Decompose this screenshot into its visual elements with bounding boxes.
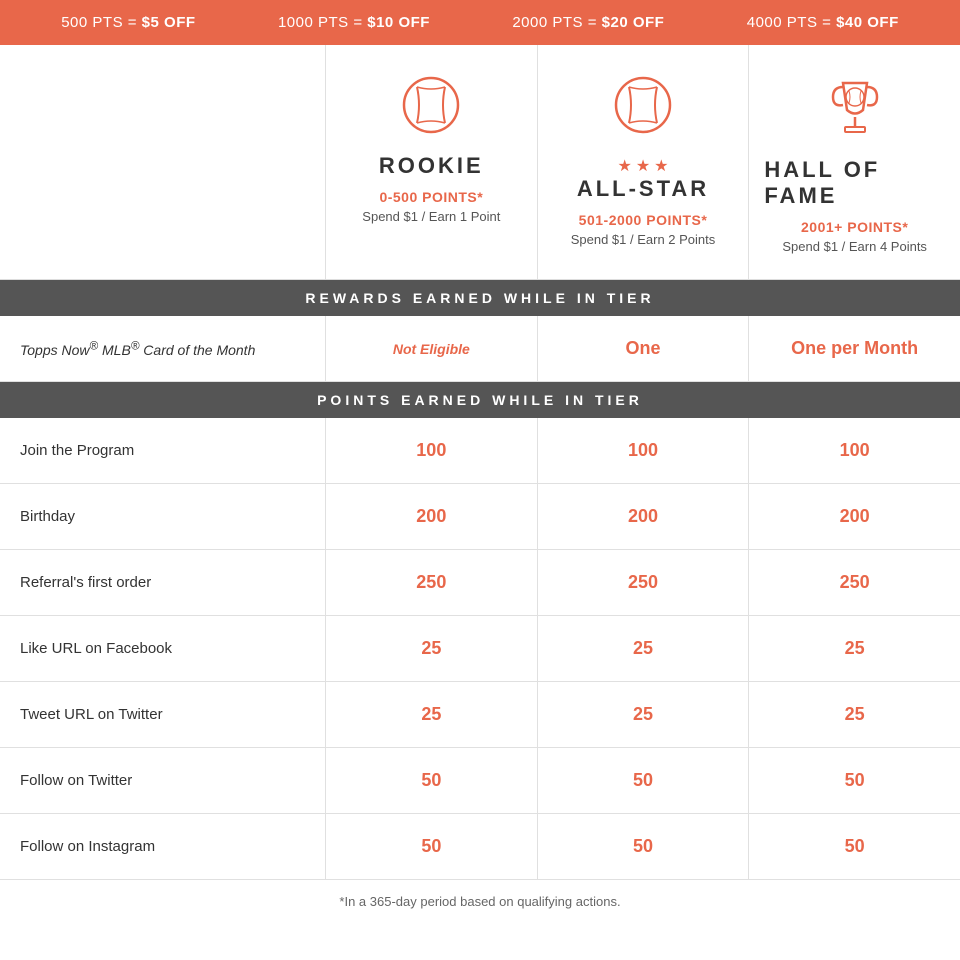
points-row-0: Join the Program100100100 bbox=[0, 418, 960, 484]
tier-allstar-name: ALL-STAR bbox=[577, 176, 709, 202]
rewards-row-label: Topps Now® MLB® Card of the Month bbox=[0, 316, 325, 381]
points-row-5-value-0: 50 bbox=[325, 748, 537, 813]
tier-rookie-points: 0-500 POINTS* bbox=[379, 189, 483, 205]
points-row-label-1: Birthday bbox=[0, 484, 325, 549]
points-row-3-value-2: 25 bbox=[748, 616, 960, 681]
tier-halloffame-points: 2001+ POINTS* bbox=[801, 219, 908, 235]
tier-allstar-points: 501-2000 POINTS* bbox=[579, 212, 708, 228]
points-row-3: Like URL on Facebook252525 bbox=[0, 616, 960, 682]
points-row-label-0: Join the Program bbox=[0, 418, 325, 483]
points-row-6-value-0: 50 bbox=[325, 814, 537, 879]
points-row-3-value-1: 25 bbox=[537, 616, 749, 681]
allstar-icon-group: ★ ★ ★ bbox=[613, 75, 673, 176]
points-row-6-value-2: 50 bbox=[748, 814, 960, 879]
tier-halloffame: HALL OF FAME 2001+ POINTS* Spend $1 / Ea… bbox=[748, 45, 960, 279]
points-row-6: Follow on Instagram505050 bbox=[0, 814, 960, 879]
tier-halloffame-name: HALL OF FAME bbox=[764, 157, 945, 209]
tier-halloffame-earn: Spend $1 / Earn 4 Points bbox=[782, 239, 927, 254]
top-banner: 500 PTS = $5 OFF 1000 PTS = $10 OFF 2000… bbox=[0, 0, 960, 45]
rewards-label-text: Topps Now® MLB® Card of the Month bbox=[20, 339, 255, 358]
points-row-label-2: Referral's first order bbox=[0, 550, 325, 615]
star-3: ★ bbox=[654, 156, 668, 176]
trophy-icon bbox=[825, 75, 885, 149]
baseball-icon-allstar bbox=[613, 75, 673, 144]
tier-allstar: ★ ★ ★ ALL-STAR 501-2000 POINTS* Spend $1… bbox=[537, 45, 749, 279]
points-row-4-value-2: 25 bbox=[748, 682, 960, 747]
points-row-0-value-1: 100 bbox=[537, 418, 749, 483]
tier-rookie: ROOKIE 0-500 POINTS* Spend $1 / Earn 1 P… bbox=[325, 45, 537, 279]
tier-section: ROOKIE 0-500 POINTS* Spend $1 / Earn 1 P… bbox=[0, 45, 960, 280]
rewards-allstar-value: One bbox=[537, 316, 749, 381]
points-section-header: POINTS EARNED WHILE IN TIER bbox=[0, 382, 960, 418]
rewards-halloffame-value: One per Month bbox=[748, 316, 960, 381]
points-row-label-3: Like URL on Facebook bbox=[0, 616, 325, 681]
footer-note: *In a 365-day period based on qualifying… bbox=[0, 879, 960, 923]
banner-item-2: 1000 PTS = $10 OFF bbox=[278, 14, 430, 31]
tier-rookie-name: ROOKIE bbox=[379, 153, 484, 179]
points-row-2: Referral's first order250250250 bbox=[0, 550, 960, 616]
banner-item-3: 2000 PTS = $20 OFF bbox=[512, 14, 664, 31]
points-row-4-value-0: 25 bbox=[325, 682, 537, 747]
tier-empty-cell bbox=[0, 45, 325, 279]
baseball-icon-rookie bbox=[401, 75, 461, 145]
points-row-3-value-0: 25 bbox=[325, 616, 537, 681]
points-row-1-value-2: 200 bbox=[748, 484, 960, 549]
banner-item-1: 500 PTS = $5 OFF bbox=[61, 14, 195, 31]
points-row-label-5: Follow on Twitter bbox=[0, 748, 325, 813]
points-row-1-value-1: 200 bbox=[537, 484, 749, 549]
points-row-4: Tweet URL on Twitter252525 bbox=[0, 682, 960, 748]
banner-item-4: 4000 PTS = $40 OFF bbox=[747, 14, 899, 31]
points-row-0-value-0: 100 bbox=[325, 418, 537, 483]
points-row-2-value-0: 250 bbox=[325, 550, 537, 615]
rewards-header-text: REWARDS EARNED WHILE IN TIER bbox=[0, 280, 960, 316]
points-row-1-value-0: 200 bbox=[325, 484, 537, 549]
rewards-section-header: REWARDS EARNED WHILE IN TIER bbox=[0, 280, 960, 316]
points-header-text: POINTS EARNED WHILE IN TIER bbox=[0, 382, 960, 418]
star-1: ★ bbox=[617, 156, 631, 176]
points-row-6-value-1: 50 bbox=[537, 814, 749, 879]
tier-rookie-earn: Spend $1 / Earn 1 Point bbox=[362, 209, 500, 224]
points-row-label-6: Follow on Instagram bbox=[0, 814, 325, 879]
points-row-2-value-2: 250 bbox=[748, 550, 960, 615]
points-row-4-value-1: 25 bbox=[537, 682, 749, 747]
points-row-5-value-2: 50 bbox=[748, 748, 960, 813]
tier-allstar-earn: Spend $1 / Earn 2 Points bbox=[571, 232, 716, 247]
points-row-1: Birthday200200200 bbox=[0, 484, 960, 550]
rewards-rookie-value: Not Eligible bbox=[325, 316, 537, 381]
star-2: ★ bbox=[636, 156, 650, 176]
rewards-row: Topps Now® MLB® Card of the Month Not El… bbox=[0, 316, 960, 382]
points-row-5: Follow on Twitter505050 bbox=[0, 748, 960, 814]
points-row-2-value-1: 250 bbox=[537, 550, 749, 615]
points-row-5-value-1: 50 bbox=[537, 748, 749, 813]
points-rows-container: Join the Program100100100Birthday2002002… bbox=[0, 418, 960, 879]
points-row-0-value-2: 100 bbox=[748, 418, 960, 483]
points-row-label-4: Tweet URL on Twitter bbox=[0, 682, 325, 747]
stars-row: ★ ★ ★ bbox=[617, 156, 668, 176]
